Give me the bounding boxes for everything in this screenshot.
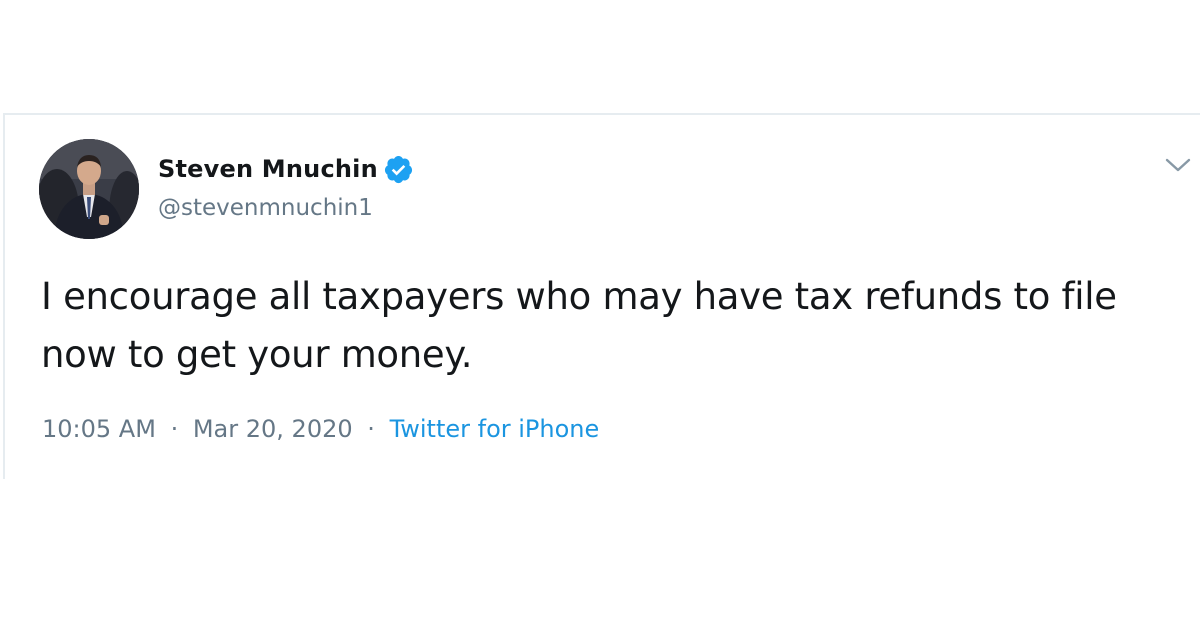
display-name[interactable]: Steven Mnuchin [158, 155, 378, 183]
tweet-time[interactable]: 10:05 AM [42, 415, 156, 443]
tweet-metadata: 10:05 AM · Mar 20, 2020 · Twitter for iP… [42, 415, 599, 443]
avatar-photo [39, 139, 139, 239]
tweet-card: Steven Mnuchin @stevenmnuchin1 I encoura… [3, 113, 1200, 479]
separator: · [367, 415, 375, 443]
separator: · [170, 415, 179, 443]
tweet-text: I encourage all taxpayers who may have t… [41, 275, 1117, 376]
verified-badge-icon [383, 154, 414, 185]
author-handle[interactable]: @stevenmnuchin1 [158, 195, 373, 221]
page: Steven Mnuchin @stevenmnuchin1 I encoura… [0, 0, 1200, 630]
avatar[interactable] [39, 139, 139, 239]
chevron-down-icon[interactable] [1163, 155, 1193, 175]
source-link[interactable]: Twitter for iPhone [390, 415, 600, 443]
author-name-row[interactable]: Steven Mnuchin [158, 151, 414, 187]
tweet-date[interactable]: Mar 20, 2020 [193, 415, 353, 443]
